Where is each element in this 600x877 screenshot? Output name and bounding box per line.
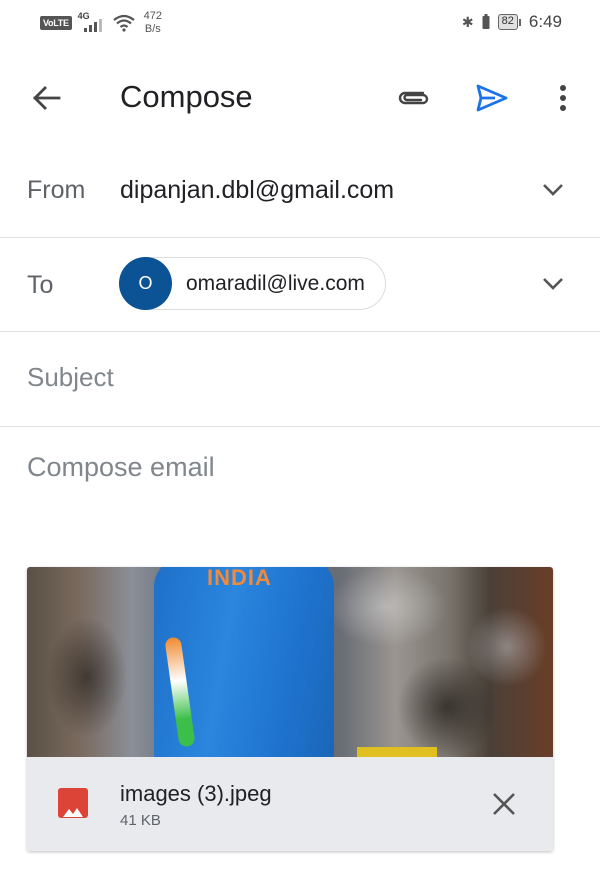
app-bar: Compose xyxy=(0,60,600,136)
bluetooth-icon: ✱ xyxy=(461,13,474,30)
attachment-file-size: 41 KB xyxy=(120,812,161,829)
attach-button[interactable] xyxy=(393,80,433,116)
page-title: Compose xyxy=(120,79,253,114)
signal-icon: 4G xyxy=(78,11,106,34)
paperclip-icon xyxy=(398,91,429,105)
subject-input[interactable]: Subject xyxy=(27,362,114,393)
volte-icon: VoLTE xyxy=(40,16,72,30)
attachment-preview-image[interactable]: INDIA xyxy=(27,567,553,757)
recipient-chip[interactable]: O omaradil@live.com xyxy=(119,257,386,310)
close-icon xyxy=(493,793,515,815)
to-label: To xyxy=(27,271,54,299)
subject-row: Subject xyxy=(0,332,600,427)
attachment-file-name: images (3).jpeg xyxy=(120,781,272,806)
attachment-card[interactable]: INDIA images (3).jpeg 41 KB xyxy=(27,567,553,851)
wifi-icon xyxy=(112,14,135,32)
avatar: O xyxy=(119,257,172,310)
status-right: ✱ 82 6:49 xyxy=(462,12,562,32)
remove-attachment-button[interactable] xyxy=(489,789,519,819)
compose-body-input[interactable]: Compose email xyxy=(27,452,215,483)
to-expand-button[interactable] xyxy=(540,274,566,294)
preview-jersey-text: INDIA xyxy=(207,567,272,590)
back-button[interactable] xyxy=(28,80,64,116)
battery-level: 82 xyxy=(497,14,518,30)
speed-unit: B/s xyxy=(144,23,161,35)
send-button[interactable] xyxy=(472,80,512,116)
status-left: VoLTE 4G 472 B/s xyxy=(40,10,162,36)
clock: 6:49 xyxy=(528,12,562,31)
from-label: From xyxy=(27,176,86,204)
from-value[interactable]: dipanjan.dbl@gmail.com xyxy=(120,176,394,205)
more-options-button[interactable] xyxy=(548,80,578,116)
speed-value: 472 xyxy=(143,10,163,22)
to-row: To O omaradil@live.com xyxy=(0,238,600,332)
recipient-email: omaradil@live.com xyxy=(186,271,365,295)
image-icon xyxy=(58,788,88,818)
attachment-info-bar: images (3).jpeg 41 KB xyxy=(27,757,553,851)
from-row: From dipanjan.dbl@gmail.com xyxy=(0,143,600,238)
vibrate-icon xyxy=(482,14,490,29)
network-speed: 472 B/s xyxy=(144,10,162,36)
send-icon xyxy=(476,84,508,112)
battery-icon: 82 xyxy=(497,14,521,30)
arrow-back-icon xyxy=(33,86,61,110)
status-bar: VoLTE 4G 472 B/s ✱ 82 6:49 xyxy=(0,0,600,50)
more-vert-icon xyxy=(560,85,566,111)
chevron-down-icon xyxy=(543,278,563,290)
from-expand-button[interactable] xyxy=(540,180,566,200)
chevron-down-icon xyxy=(543,184,563,196)
